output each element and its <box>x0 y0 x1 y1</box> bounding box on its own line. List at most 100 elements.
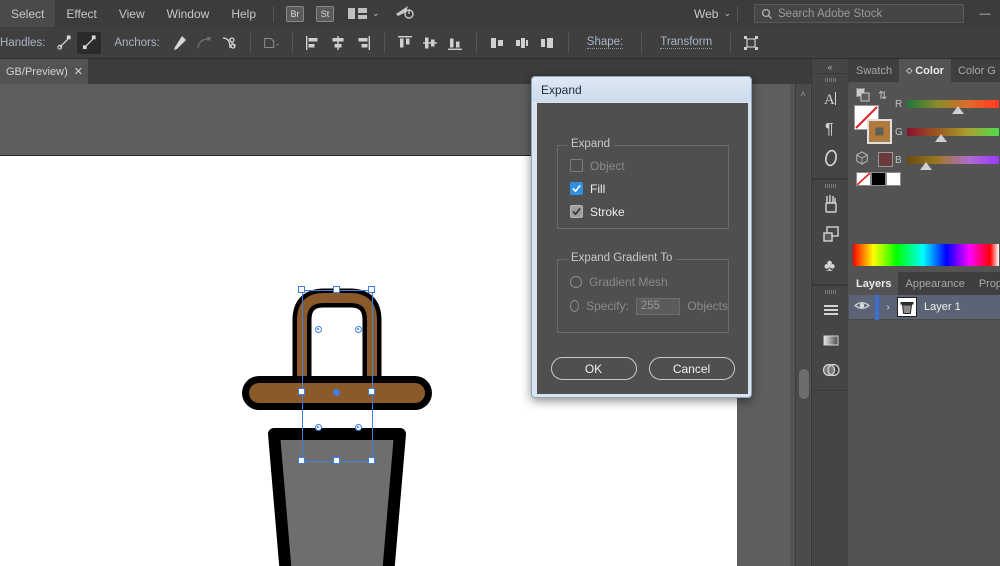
slider-track-b[interactable] <box>907 156 999 164</box>
arrange-documents-icon[interactable] <box>348 8 367 19</box>
menu-item-effect[interactable]: Effect <box>55 0 107 27</box>
slider-label-b: B <box>895 155 907 166</box>
vertical-scrollbar[interactable]: ˄ <box>795 84 810 566</box>
slider-thumb-g[interactable] <box>935 134 947 142</box>
slider-label-r: R <box>895 99 907 110</box>
workspace-chevron-down-icon[interactable]: ⌄ <box>723 8 731 19</box>
convert-to-smooth-icon[interactable] <box>192 32 216 54</box>
stock-icon[interactable]: St <box>316 6 334 22</box>
swatch-white[interactable] <box>886 172 901 186</box>
tab-color[interactable]: ◇ Color <box>899 59 951 82</box>
menu-item-help[interactable]: Help <box>220 0 267 27</box>
3d-cube-icon[interactable] <box>855 151 869 168</box>
tab-properties-label: Properti <box>979 278 1000 290</box>
tab-layers[interactable]: Layers <box>849 272 898 295</box>
minimize-button[interactable]: — <box>974 8 996 20</box>
document-tab[interactable]: GB/Preview) ✕ <box>0 59 88 84</box>
menu-divider-2 <box>737 6 738 22</box>
dock-grip[interactable] <box>812 182 848 189</box>
stroke-swatch-icon[interactable] <box>867 119 892 144</box>
align-bottom-icon[interactable] <box>443 32 467 54</box>
symbols-panel-icon[interactable]: ♣ <box>812 249 849 279</box>
paragraph-panel-icon[interactable]: ¶ <box>812 113 849 143</box>
show-handles-icon[interactable] <box>52 32 76 54</box>
character-panel-icon[interactable]: A <box>812 83 849 113</box>
hide-handles-icon[interactable] <box>77 32 101 54</box>
slider-thumb-r[interactable] <box>952 106 964 114</box>
scroll-up-icon[interactable]: ˄ <box>796 89 810 99</box>
checkbox-fill[interactable] <box>570 182 583 195</box>
align-lines-icon[interactable] <box>812 295 849 325</box>
radio-gradient-mesh <box>570 276 582 288</box>
swatch-none[interactable] <box>856 172 871 186</box>
search-icon <box>761 8 773 20</box>
ellipse-shape-icon[interactable] <box>812 143 849 173</box>
cancel-button[interactable]: Cancel <box>649 357 735 380</box>
layer-row[interactable]: › Layer 1 <box>849 295 1000 320</box>
slider-track-g[interactable] <box>907 128 999 136</box>
convert-anchor-pen-icon[interactable] <box>167 32 191 54</box>
ok-button[interactable]: OK <box>551 357 637 380</box>
shape-label[interactable]: Shape: <box>587 36 623 49</box>
rocket-icon[interactable] <box>394 4 414 24</box>
window-controls: — <box>974 8 996 20</box>
tab-color-guide[interactable]: Color G <box>951 59 1000 82</box>
menu-item-view[interactable]: View <box>108 0 156 27</box>
trash-can-illustration[interactable] <box>232 284 442 566</box>
workspace-label[interactable]: Web <box>694 7 718 21</box>
color-panel: ⇅ <box>849 82 1000 272</box>
slider-thumb-b[interactable] <box>920 162 932 170</box>
dock-grip[interactable] <box>812 76 848 83</box>
control-divider-7 <box>730 33 731 53</box>
dock-grip[interactable] <box>812 288 848 295</box>
dialog-title: Expand <box>541 83 582 97</box>
expand-group-title: Expand <box>567 138 614 150</box>
default-fill-stroke-icon <box>856 88 870 102</box>
align-center-horizontal-icon[interactable] <box>326 32 350 54</box>
color-spectrum-bar[interactable] <box>853 244 999 266</box>
menu-item-window[interactable]: Window <box>156 0 221 27</box>
layers-stack-icon[interactable] <box>812 219 849 249</box>
label-object: Object <box>590 159 625 173</box>
last-color-swatch[interactable] <box>878 152 893 167</box>
align-top-icon[interactable] <box>393 32 417 54</box>
chevron-right-icon[interactable]: › <box>879 302 897 313</box>
label-fill: Fill <box>590 182 605 196</box>
checkbox-stroke[interactable] <box>570 205 583 218</box>
option-stroke[interactable]: Stroke <box>558 200 728 223</box>
gradient-panel-icon[interactable] <box>812 325 849 355</box>
align-middle-vertical-icon[interactable] <box>418 32 442 54</box>
transparency-panel-icon[interactable] <box>812 355 849 385</box>
slider-row-r: R <box>895 90 1000 118</box>
swatch-black[interactable] <box>871 172 886 186</box>
slider-track-r[interactable] <box>907 100 999 108</box>
dialog-title-bar[interactable]: Expand <box>532 77 751 102</box>
transform-link[interactable]: Transform <box>660 36 712 49</box>
collapse-panels-icon[interactable]: « <box>812 59 848 73</box>
cut-path-icon[interactable] <box>217 32 241 54</box>
bridge-icon[interactable]: Br <box>286 6 304 22</box>
tab-swatch[interactable]: Swatch <box>849 59 899 82</box>
chevron-down-icon[interactable]: ⌄ <box>372 8 380 19</box>
isolate-selected-object-icon[interactable]: ⌄ <box>259 32 283 54</box>
brushes-panel-icon[interactable] <box>812 189 849 219</box>
layers-panel-tabs: Layers Appearance Properti <box>849 272 1000 295</box>
label-stroke: Stroke <box>590 205 625 219</box>
distribute-center-icon[interactable] <box>510 32 534 54</box>
show-bounding-box-icon[interactable] <box>739 32 763 54</box>
distribute-left-icon[interactable] <box>485 32 509 54</box>
align-right-icon[interactable] <box>351 32 375 54</box>
search-input[interactable]: Search Adobe Stock <box>754 4 964 23</box>
option-fill[interactable]: Fill <box>558 177 728 200</box>
tab-appearance[interactable]: Appearance <box>898 272 971 295</box>
scrollbar-thumb[interactable] <box>799 369 809 399</box>
distribute-right-icon[interactable] <box>535 32 559 54</box>
align-left-icon[interactable] <box>301 32 325 54</box>
close-icon[interactable]: ✕ <box>74 65 83 78</box>
menu-item-select[interactable]: Select <box>0 0 55 27</box>
layers-panel: › Layer 1 <box>849 295 1000 320</box>
swap-fill-stroke-icon[interactable]: ⇅ <box>878 89 887 102</box>
expand-dialog[interactable]: Expand Expand Object Fill <box>531 76 752 398</box>
eye-visible-icon[interactable] <box>849 300 875 314</box>
tab-properties[interactable]: Properti <box>972 272 1000 295</box>
